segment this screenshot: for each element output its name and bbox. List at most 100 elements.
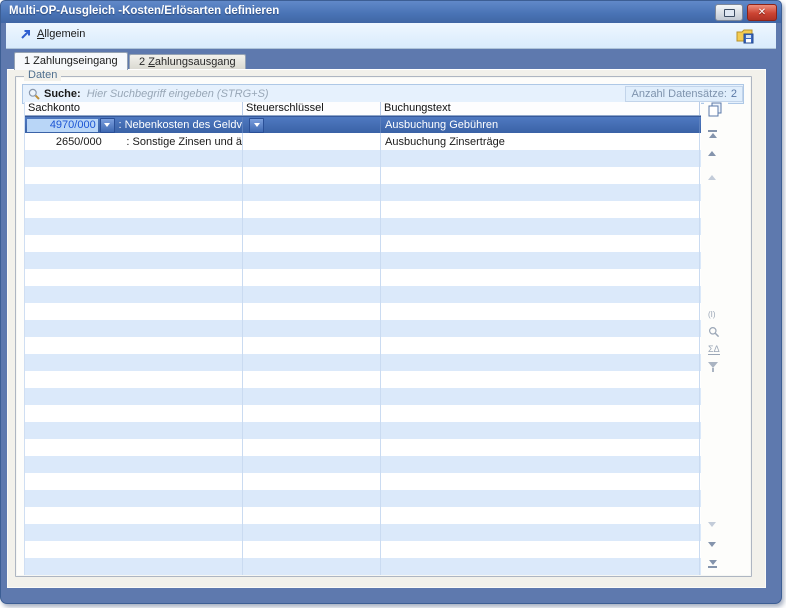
table-cell[interactable] [381,201,700,218]
scroll-page-up-button[interactable] [708,151,716,156]
table-cell[interactable] [25,473,243,490]
table-cell[interactable] [243,117,381,133]
table-cell[interactable] [381,422,700,439]
table-cell[interactable] [25,167,243,184]
table-row[interactable] [25,235,701,252]
table-cell[interactable] [381,490,700,507]
table-cell[interactable] [381,558,700,575]
table-row[interactable] [25,507,701,524]
table-cell[interactable] [381,405,700,422]
table-cell[interactable] [25,388,243,405]
table-cell[interactable] [25,524,243,541]
tab-zahlungsausgang[interactable]: 2 Zahlungsausgang [129,54,246,70]
table-cell[interactable] [381,354,700,371]
table-cell[interactable] [243,490,381,507]
table-cell[interactable] [381,150,700,167]
table-cell[interactable] [243,405,381,422]
table-cell[interactable] [381,184,700,201]
table-cell[interactable] [243,218,381,235]
taxkey-dropdown-button[interactable] [249,118,264,133]
search-bar[interactable]: Suche: Hier Suchbegriff eingeben (STRG+S… [22,84,744,104]
table-cell[interactable] [243,524,381,541]
table-cell[interactable] [243,269,381,286]
copy-grid-button[interactable] [708,102,723,117]
table-row[interactable] [25,320,701,337]
table-row[interactable] [25,439,701,456]
table-cell[interactable] [25,405,243,422]
column-header-buchungstext[interactable]: Buchungstext [381,102,700,115]
table-row[interactable] [25,354,701,371]
table-cell[interactable] [25,320,243,337]
table-cell[interactable] [243,167,381,184]
table-row[interactable] [25,184,701,201]
table-cell[interactable] [381,439,700,456]
account-value[interactable]: 4970/000 [27,119,98,132]
table-cell[interactable] [381,473,700,490]
table-cell[interactable] [25,354,243,371]
table-cell[interactable] [243,439,381,456]
scroll-first-button[interactable] [708,129,717,138]
table-row[interactable] [25,269,701,286]
table-cell[interactable] [25,150,243,167]
table-cell[interactable] [381,507,700,524]
scroll-up-button[interactable] [708,175,716,180]
table-cell[interactable]: Ausbuchung Zinserträge [381,133,700,150]
table-cell[interactable] [381,167,700,184]
account-dropdown-button[interactable] [100,118,115,133]
table-cell[interactable] [25,541,243,558]
table-cell[interactable] [243,201,381,218]
table-row[interactable] [25,473,701,490]
table-cell[interactable] [381,388,700,405]
fit-columns-button[interactable]: (Ι) [708,310,716,319]
dock-button[interactable] [715,4,743,21]
table-cell[interactable] [381,303,700,320]
column-header-sachkonto[interactable]: Sachkonto [25,102,243,115]
table-cell[interactable] [243,354,381,371]
table-row[interactable] [25,490,701,507]
save-button[interactable] [735,26,754,45]
table-cell[interactable]: 2650/000: Sonstige Zinsen und ä [25,133,243,150]
table-cell[interactable] [243,388,381,405]
table-cell[interactable] [243,320,381,337]
table-cell[interactable] [243,252,381,269]
table-row[interactable] [25,303,701,320]
scroll-page-down-button[interactable] [708,542,716,547]
table-cell[interactable] [381,252,700,269]
table-row[interactable] [25,541,701,558]
table-cell[interactable] [25,439,243,456]
table-cell[interactable] [243,286,381,303]
table-row[interactable] [25,150,701,167]
filter-button[interactable] [708,362,718,372]
table-cell[interactable] [25,371,243,388]
table-cell[interactable] [25,507,243,524]
table-row[interactable]: 4970/000: Nebenkosten des GeldvAusbuchun… [25,116,701,133]
scroll-last-button[interactable] [708,560,717,569]
table-cell[interactable] [243,235,381,252]
table-row[interactable] [25,252,701,269]
table-row[interactable] [25,371,701,388]
table-cell[interactable] [25,235,243,252]
table-row[interactable] [25,201,701,218]
table-cell[interactable] [243,133,381,150]
table-cell[interactable] [25,286,243,303]
table-cell[interactable] [25,490,243,507]
table-cell[interactable] [381,286,700,303]
table-row[interactable] [25,524,701,541]
table-cell[interactable] [243,422,381,439]
table-cell[interactable] [25,558,243,575]
table-cell[interactable] [243,337,381,354]
column-header-steuerschluessel[interactable]: Steuerschlüssel [243,102,381,115]
scroll-down-button[interactable] [708,522,716,527]
table-row[interactable] [25,286,701,303]
table-row[interactable] [25,167,701,184]
table-cell[interactable] [243,150,381,167]
table-cell[interactable] [243,371,381,388]
title-bar[interactable]: Multi-OP-Ausgleich -Kosten/Erlösarten de… [1,1,781,23]
table-cell[interactable] [381,371,700,388]
table-cell[interactable] [381,337,700,354]
table-cell[interactable] [25,252,243,269]
table-cell[interactable]: 4970/000: Nebenkosten des Geldv [25,117,243,133]
table-row[interactable]: 2650/000: Sonstige Zinsen und ä Ausbuchun… [25,133,701,150]
sum-button[interactable]: ΣΔ [708,345,720,355]
close-button[interactable]: ✕ [747,4,777,21]
